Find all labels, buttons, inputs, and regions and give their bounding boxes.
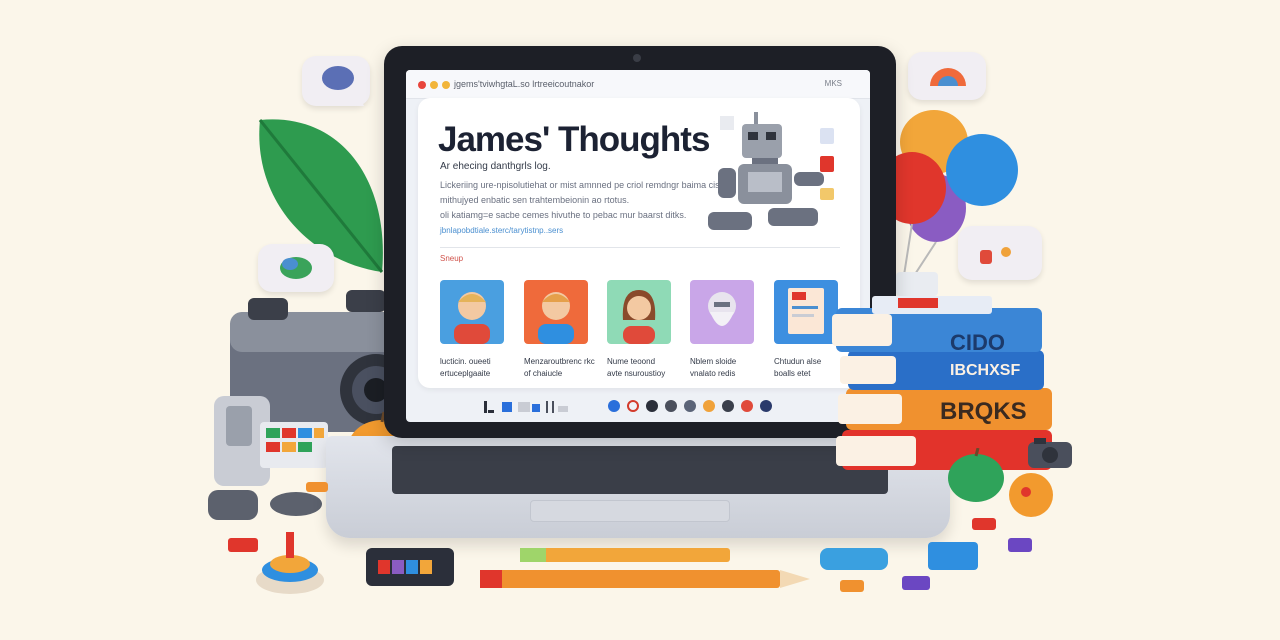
dock-status-dot[interactable]	[646, 400, 658, 412]
window-menu-label[interactable]: MKS	[825, 79, 842, 88]
laptop-touchpad[interactable]	[530, 500, 730, 522]
section-label: Sneup	[440, 254, 464, 263]
intro-line-3: oli katiamg=e sacbe cemes hivuthe to peb…	[440, 210, 687, 220]
page-subtitle: Ar ehecing danthgrls log.	[440, 161, 551, 172]
book-spine-3: BRQKS	[940, 398, 1027, 425]
close-window-button[interactable]	[418, 81, 426, 89]
browser-window: jgems'tviwhgtaL.so lrtreeicoutnakor MKS …	[406, 70, 870, 422]
blog-link[interactable]: jbnlapobdtiale.sterc/tarytistnp..sers	[440, 226, 563, 235]
robot-illustration	[708, 112, 834, 230]
dock-status-dot[interactable]	[741, 400, 753, 412]
post-thumbnail-3[interactable]	[607, 280, 671, 344]
boy-avatar-icon	[454, 292, 490, 344]
post-thumbnail-2[interactable]	[524, 280, 588, 344]
dock-status-dot[interactable]	[703, 400, 715, 412]
post-title-1[interactable]: lucticin. oueeti	[440, 357, 491, 366]
book-spine-1: CIDO	[950, 330, 1005, 355]
intro-line-1: Lickeriing ure-npisolutiehat or mist amn…	[440, 180, 730, 190]
post-thumbnail-4[interactable]	[690, 280, 754, 344]
page-title: James' Thoughts	[438, 120, 710, 159]
address-bar[interactable]: jgems'tviwhgtaL.so lrtreeicoutnakor	[454, 79, 594, 89]
post-excerpt-3: avte nsuroustioy	[607, 369, 666, 378]
dock-status-dot[interactable]	[608, 400, 620, 412]
divider	[440, 247, 840, 248]
chat-bubble-icon	[908, 52, 986, 100]
webcam-icon	[633, 54, 641, 62]
dock-status-dot[interactable]	[627, 400, 639, 412]
dock-status-dot[interactable]	[665, 400, 677, 412]
pencils-icon	[480, 548, 810, 588]
green-apple-icon	[948, 448, 1004, 502]
phone-icon	[366, 548, 454, 586]
book-icon	[788, 288, 824, 334]
dock-status-dot[interactable]	[722, 400, 734, 412]
post-title-4[interactable]: Nblem sloide	[690, 357, 736, 366]
boy-avatar-icon	[538, 292, 574, 344]
puzzle-pieces-icon	[228, 482, 328, 552]
post-excerpt-5: boalls etet	[774, 369, 811, 378]
blog-card: James' Thoughts Ar ehecing danthgrls log…	[418, 98, 860, 388]
post-thumbnail-1[interactable]	[440, 280, 504, 344]
girl-avatar-icon	[622, 290, 656, 344]
book-spine-2: IBCHXSF	[950, 362, 1021, 379]
post-thumbnail-5[interactable]	[774, 280, 838, 344]
old-man-avatar-icon	[708, 292, 736, 326]
dock-status-icons	[608, 398, 788, 419]
chat-bubble-icon	[258, 244, 334, 292]
browser-titlebar: jgems'tviwhgtaL.so lrtreeicoutnakor MKS	[406, 70, 870, 99]
post-title-2[interactable]: Menzaroutbrenc rkc	[524, 357, 595, 366]
post-title-5[interactable]: Chtudun alse	[774, 357, 821, 366]
small-camera-icon	[1028, 438, 1072, 468]
post-excerpt-4: vnalato redis	[690, 369, 736, 378]
post-excerpt-1: ertuceplgaaite	[440, 369, 491, 378]
dock-app-icons	[484, 401, 568, 413]
post-title-3[interactable]: Nume teoond	[607, 357, 655, 366]
chat-bubble-icon	[302, 56, 370, 112]
confetti-pieces-icon	[840, 518, 1032, 592]
post-excerpt-2: of chaiucle	[524, 369, 563, 378]
maximize-window-button[interactable]	[442, 81, 450, 89]
dock-status-dot[interactable]	[760, 400, 772, 412]
minimize-window-button[interactable]	[430, 81, 438, 89]
laptop-keyboard	[392, 446, 888, 494]
dock-status-dot[interactable]	[684, 400, 696, 412]
intro-line-2: mithujyed enbatic sen trahtembeionin ao …	[440, 195, 630, 205]
dock	[484, 400, 594, 413]
